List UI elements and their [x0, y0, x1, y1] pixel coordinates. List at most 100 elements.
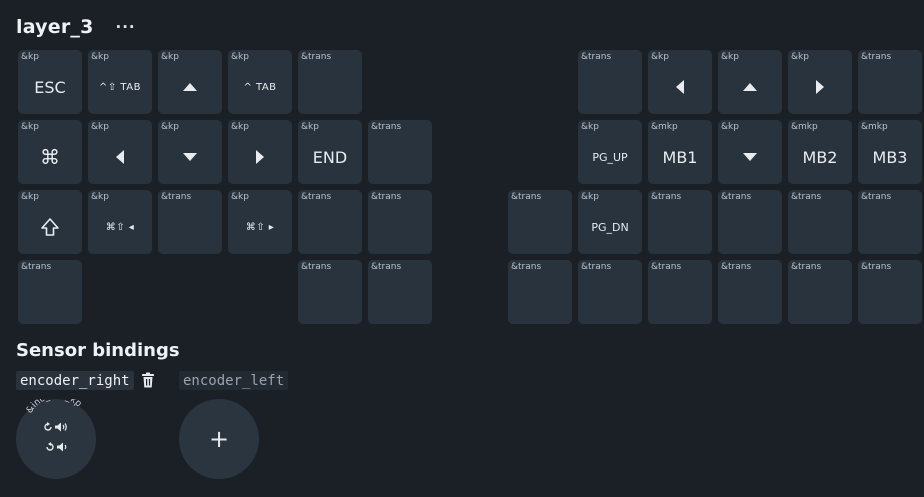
left-arrow-icon	[648, 60, 712, 114]
key-k8[interactable]: &kp	[788, 50, 852, 114]
key-behavior-label: &trans	[861, 262, 892, 272]
key-param-label: ⌘⇧ ◂	[105, 221, 135, 233]
key-k5[interactable]: &trans	[578, 50, 642, 114]
key-k30[interactable]: &trans	[718, 190, 782, 254]
layer-menu-button[interactable]: ···	[116, 19, 136, 35]
key-k18[interactable]: &kp	[718, 120, 782, 184]
key-param-label: ^ TAB	[243, 81, 277, 93]
key-k7[interactable]: &kp	[718, 50, 782, 114]
key-k33[interactable]: &trans	[18, 260, 82, 324]
key-behavior-label: &trans	[791, 262, 822, 272]
key-behavior-label: &trans	[161, 192, 192, 202]
key-k31[interactable]: &trans	[788, 190, 852, 254]
key-behavior-label: &trans	[791, 192, 822, 202]
key-k9[interactable]: &trans	[858, 50, 922, 114]
key-behavior-label: &trans	[651, 262, 682, 272]
add-sensor-binding-button[interactable]: +	[179, 399, 259, 479]
key-behavior-label: &trans	[371, 262, 402, 272]
key-behavior-label: &trans	[581, 52, 612, 62]
key-k13[interactable]: &kp	[228, 120, 292, 184]
key-k17[interactable]: &mkp MB1	[648, 120, 712, 184]
encoder-clockwise	[16, 422, 96, 432]
key-k15[interactable]: &trans	[368, 120, 432, 184]
key-k27[interactable]: &trans	[508, 190, 572, 254]
key-behavior-label: &trans	[301, 192, 332, 202]
key-k22[interactable]: &kp ⌘⇧ ◂	[88, 190, 152, 254]
key-k20[interactable]: &mkp MB3	[858, 120, 922, 184]
key-behavior-label: &trans	[301, 52, 332, 62]
up-arrow-icon	[158, 60, 222, 114]
key-param-label: ^⇧ TAB	[99, 81, 141, 93]
key-behavior-label: &trans	[721, 192, 752, 202]
left-arrow-icon	[88, 130, 152, 184]
layer-header: layer_3 ···	[16, 14, 136, 40]
key-k0[interactable]: &kp ESC	[18, 50, 82, 114]
trash-icon[interactable]	[141, 372, 155, 388]
right-arrow-icon	[788, 60, 852, 114]
down-arrow-icon	[158, 130, 222, 184]
encoder-binding-knob[interactable]: &inc_dec_kp	[16, 399, 96, 479]
shift-icon	[18, 200, 82, 254]
key-param-label: MB1	[662, 147, 698, 167]
key-k10[interactable]: &kp ⌘	[18, 120, 82, 184]
key-k40[interactable]: &trans	[788, 260, 852, 324]
key-k35[interactable]: &trans	[368, 260, 432, 324]
tab-encoder-right[interactable]: encoder_right	[16, 371, 134, 390]
key-behavior-label: &trans	[371, 122, 402, 132]
right-arrow-icon	[228, 130, 292, 184]
layer-title: layer_3	[16, 16, 94, 38]
encoder-counter-clockwise	[16, 442, 96, 452]
key-k3[interactable]: &kp ^ TAB	[228, 50, 292, 114]
key-behavior-label: &trans	[511, 262, 542, 272]
volume-down-icon	[56, 442, 66, 452]
key-behavior-label: &trans	[721, 262, 752, 272]
key-k34[interactable]: &trans	[298, 260, 362, 324]
key-k14[interactable]: &kp END	[298, 120, 362, 184]
key-behavior-label: &trans	[861, 52, 892, 62]
key-param-label: ⌘	[40, 145, 60, 169]
encoder-behavior-label: &inc_dec_kp	[25, 399, 84, 415]
key-behavior-label: &trans	[21, 262, 52, 272]
key-k36[interactable]: &trans	[508, 260, 572, 324]
key-param-label: MB2	[802, 147, 838, 167]
key-k16[interactable]: &kp PG_UP	[578, 120, 642, 184]
volume-up-icon	[55, 422, 67, 432]
up-arrow-icon	[718, 60, 782, 114]
down-arrow-icon	[718, 130, 782, 184]
key-k19[interactable]: &mkp MB2	[788, 120, 852, 184]
key-k32[interactable]: &trans	[858, 190, 922, 254]
key-k11[interactable]: &kp	[88, 120, 152, 184]
key-k2[interactable]: &kp	[158, 50, 222, 114]
key-k41[interactable]: &trans	[858, 260, 922, 324]
key-behavior-label: &trans	[581, 262, 612, 272]
key-param-label: MB3	[872, 147, 908, 167]
key-k29[interactable]: &trans	[648, 190, 712, 254]
key-k23[interactable]: &trans	[158, 190, 222, 254]
key-k38[interactable]: &trans	[648, 260, 712, 324]
key-k21[interactable]: &kp	[18, 190, 82, 254]
key-k24[interactable]: &kp ⌘⇧ ▸	[228, 190, 292, 254]
key-behavior-label: &trans	[861, 192, 892, 202]
key-k6[interactable]: &kp	[648, 50, 712, 114]
key-param-label: ESC	[34, 77, 66, 97]
key-param-label: PG_DN	[591, 220, 629, 234]
tab-encoder-left[interactable]: encoder_left	[179, 371, 289, 390]
key-behavior-label: &trans	[511, 192, 542, 202]
key-behavior-label: &trans	[651, 192, 682, 202]
key-k25[interactable]: &trans	[298, 190, 362, 254]
key-param-label: END	[312, 147, 348, 167]
key-k12[interactable]: &kp	[158, 120, 222, 184]
key-param-label: ⌘⇧ ▸	[245, 221, 275, 233]
key-k39[interactable]: &trans	[718, 260, 782, 324]
sensor-bindings-title: Sensor bindings	[16, 340, 180, 361]
key-k1[interactable]: &kp ^⇧ TAB	[88, 50, 152, 114]
key-k37[interactable]: &trans	[578, 260, 642, 324]
key-behavior-label: &trans	[371, 192, 402, 202]
key-k4[interactable]: &trans	[298, 50, 362, 114]
rotate-ccw-icon	[45, 442, 54, 451]
key-k26[interactable]: &trans	[368, 190, 432, 254]
rotate-cw-icon	[44, 422, 52, 431]
key-param-label: PG_UP	[592, 150, 628, 164]
key-behavior-label: &trans	[301, 262, 332, 272]
key-k28[interactable]: &kp PG_DN	[578, 190, 642, 254]
